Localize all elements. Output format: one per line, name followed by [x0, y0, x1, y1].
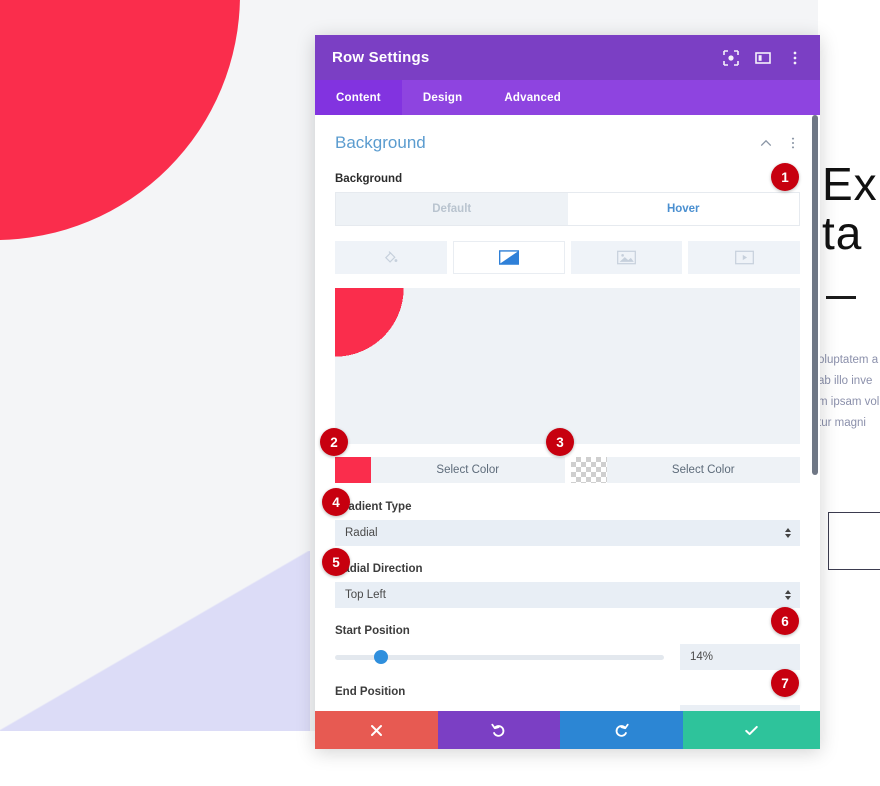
callout-badge-1: 1	[771, 163, 799, 191]
settings-scroll-area: Background Background Default Hover Sele…	[315, 115, 820, 711]
background-type-image[interactable]	[570, 241, 683, 274]
start-position-label: Start Position	[335, 625, 410, 637]
close-icon	[370, 724, 382, 736]
gradient-icon	[498, 250, 519, 265]
gradient-preview-swatch	[335, 288, 800, 444]
end-position-block: End Position 14%	[335, 686, 800, 711]
state-hover-button[interactable]: Hover	[567, 193, 799, 225]
page-paragraph-line: tur magni	[818, 417, 866, 429]
page-paragraph-line: m ipsam volu	[818, 396, 880, 408]
radial-direction-label: Radial Direction	[335, 563, 423, 575]
page-paragraph-line: ab illo inve	[818, 375, 873, 387]
select-color-end-button[interactable]: Select Color	[607, 457, 801, 483]
page-heading: Ex ta	[822, 160, 880, 258]
screen: Ex ta oluptatem a ab illo inve m ipsam v…	[0, 0, 880, 786]
background-type-tabs	[335, 241, 800, 274]
more-vertical-icon[interactable]	[787, 50, 803, 66]
section-title: Background	[335, 133, 426, 152]
select-color-start-button[interactable]: Select Color	[371, 457, 565, 483]
gradient-preview	[335, 288, 800, 444]
end-position-value[interactable]: 14%	[680, 705, 800, 711]
background-state-toggle: Default Hover	[335, 192, 800, 226]
section-header-actions	[759, 136, 800, 150]
background-type-color[interactable]	[335, 241, 447, 274]
start-position-block: Start Position 14%	[335, 625, 800, 670]
tab-advanced[interactable]: Advanced	[483, 80, 582, 115]
more-vertical-icon[interactable]	[786, 136, 800, 150]
radial-direction-select[interactable]: Top Left	[335, 582, 800, 608]
decorative-purple-wedge	[0, 551, 310, 731]
cancel-button[interactable]	[315, 711, 438, 749]
save-button[interactable]	[682, 711, 820, 749]
modal-footer	[315, 711, 820, 749]
modal-header: Row Settings	[315, 35, 820, 80]
redo-button[interactable]	[560, 711, 683, 749]
end-position-label: End Position	[335, 686, 406, 698]
start-position-row: 14%	[335, 644, 800, 670]
callout-badge-7: 7	[771, 669, 799, 697]
slider-handle[interactable]	[374, 650, 389, 664]
color-swatch-start[interactable]	[335, 457, 371, 483]
page-cta-button[interactable]	[828, 512, 880, 570]
modal-scrollbar[interactable]	[812, 115, 818, 711]
radial-direction-select-wrap: Top Left	[335, 582, 800, 608]
state-default-button[interactable]: Default	[336, 193, 568, 225]
end-position-row: 14%	[335, 705, 800, 711]
callout-badge-4: 4	[322, 488, 350, 516]
modal-scrollbar-thumb[interactable]	[812, 115, 818, 475]
callout-badge-2: 2	[320, 428, 348, 456]
color-fill-icon	[385, 251, 398, 263]
video-icon	[734, 250, 754, 265]
callout-badge-6: 6	[771, 607, 799, 635]
modal-title: Row Settings	[332, 49, 430, 66]
background-type-video[interactable]	[688, 241, 800, 274]
row-settings-modal: Row Settings Content Design Advanced Bac…	[315, 35, 820, 749]
gradient-color-stops: Select Color Select Color	[335, 457, 800, 483]
modal-body: Background Background Default Hover Sele…	[315, 115, 820, 711]
page-heading-divider	[826, 296, 856, 299]
page-heading-line-2: ta	[822, 207, 863, 259]
callout-badge-3: 3	[546, 428, 574, 456]
page-paragraph-line: oluptatem a	[818, 354, 879, 366]
modal-tabs: Content Design Advanced	[315, 80, 820, 115]
background-type-gradient[interactable]	[452, 241, 565, 274]
chevron-updown-icon	[785, 528, 791, 538]
gradient-type-select[interactable]: Radial	[335, 520, 800, 546]
start-position-slider[interactable]	[335, 644, 664, 670]
start-position-value[interactable]: 14%	[680, 644, 800, 670]
target-icon[interactable]	[723, 49, 739, 66]
tab-content[interactable]: Content	[315, 80, 402, 115]
page-paragraph: oluptatem a ab illo inve m ipsam volu tu…	[818, 350, 880, 434]
callout-badge-5: 5	[322, 548, 350, 576]
undo-icon	[491, 723, 505, 737]
background-section-header: Background	[335, 133, 800, 153]
image-icon	[616, 250, 636, 265]
undo-button[interactable]	[437, 711, 561, 749]
gradient-type-select-wrap: Radial	[335, 520, 800, 546]
check-icon	[745, 725, 758, 735]
layout-icon[interactable]	[755, 50, 771, 66]
background-field-label: Background	[335, 173, 403, 185]
tab-design[interactable]: Design	[402, 80, 484, 115]
chevron-updown-icon	[785, 590, 791, 600]
chevron-up-icon[interactable]	[759, 136, 773, 150]
color-swatch-end[interactable]	[570, 457, 607, 483]
gradient-stop-2: Select Color	[570, 457, 801, 483]
page-heading-line-1: Ex	[822, 158, 878, 210]
gradient-stop-1: Select Color	[335, 457, 565, 483]
modal-header-actions	[723, 49, 803, 66]
gradient-type-label: Gradient Type	[335, 501, 412, 513]
redo-icon	[615, 723, 629, 737]
end-position-slider[interactable]	[335, 705, 664, 711]
